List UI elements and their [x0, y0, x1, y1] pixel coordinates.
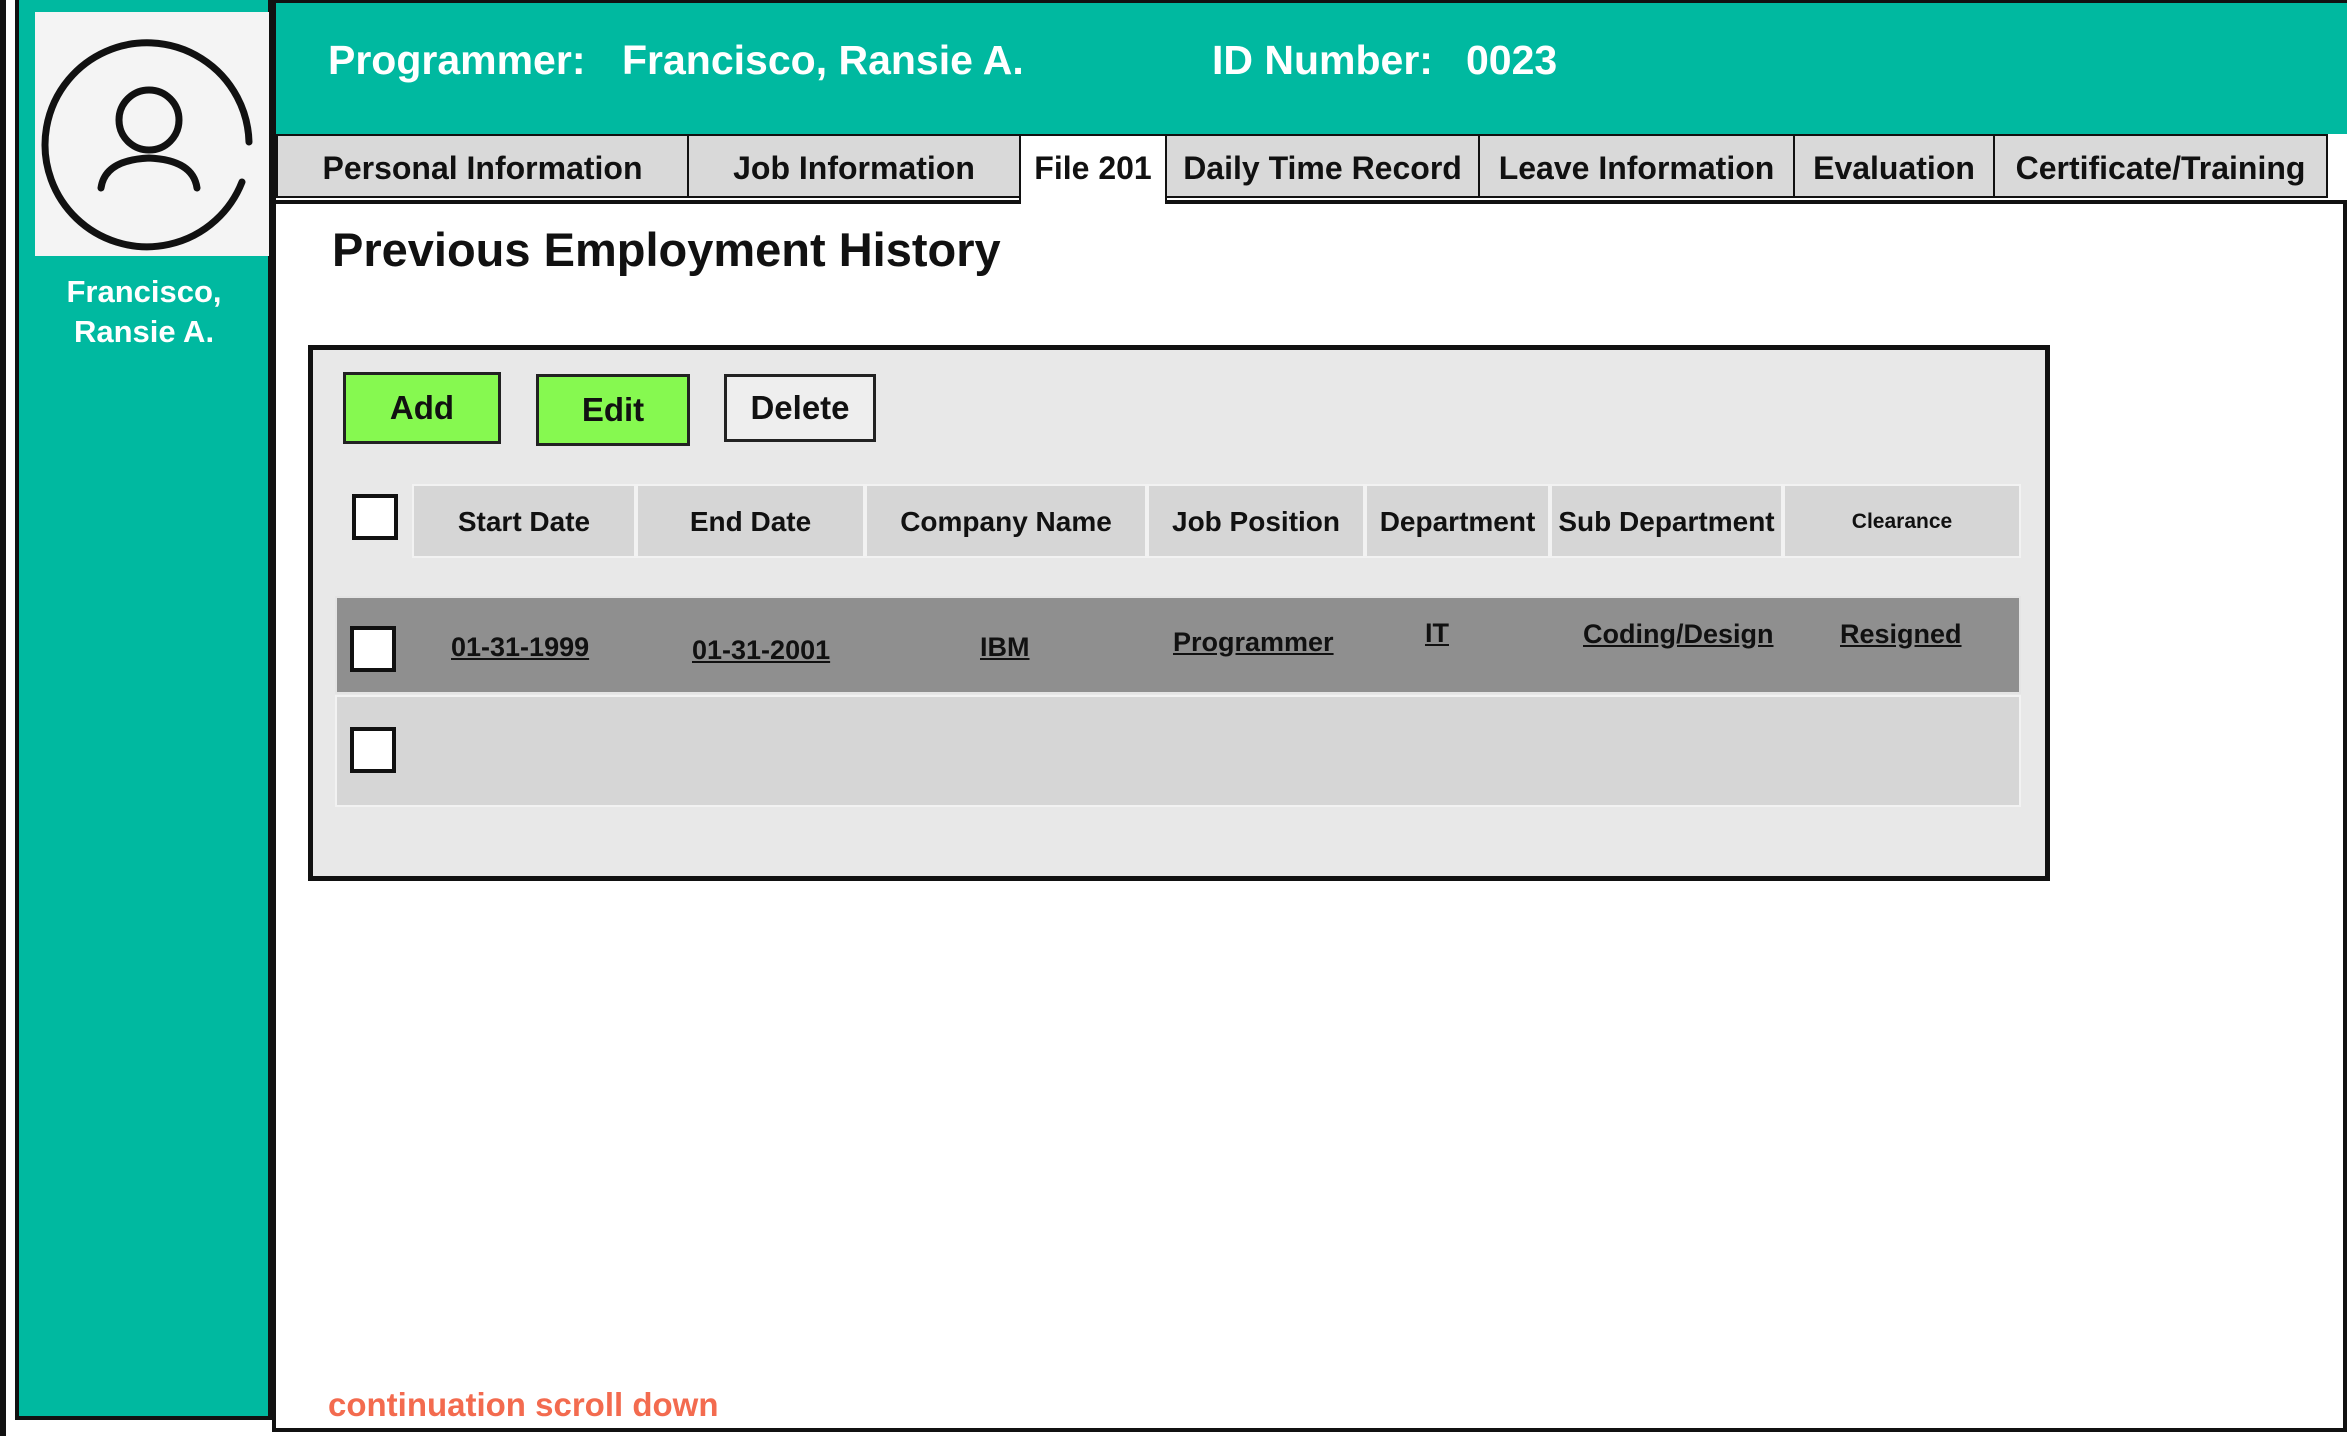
column-header-department[interactable]: Department [1365, 484, 1550, 558]
cell-job-position[interactable]: Programmer [1173, 627, 1334, 658]
sidebar-employee-name: Francisco, Ransie A. [19, 272, 269, 352]
id-number-label: ID Number: [1212, 37, 1433, 83]
cell-company-name[interactable]: IBM [980, 632, 1030, 663]
cell-sub-department[interactable]: Coding/Design [1583, 619, 1774, 650]
programmer-name: Francisco, Ransie A. [622, 37, 1024, 83]
employment-history-panel: Add Edit Delete Start Date End Date Comp… [308, 345, 2050, 881]
tab-file-201[interactable]: File 201 [1019, 134, 1167, 204]
main-content: Programmer: Francisco, Ransie A. ID Numb… [272, 0, 2347, 1432]
avatar[interactable] [35, 12, 269, 256]
sidebar: Francisco, Ransie A. [15, 0, 272, 1420]
column-header-sub-department[interactable]: Sub Department [1550, 484, 1783, 558]
add-button[interactable]: Add [343, 372, 501, 444]
tab-job-information[interactable]: Job Information [687, 134, 1021, 198]
tab-certificate-training[interactable]: Certificate/Training [1993, 134, 2328, 198]
tab-daily-time-record[interactable]: Daily Time Record [1165, 134, 1480, 198]
cell-end-date[interactable]: 01-31-2001 [692, 635, 830, 666]
sidebar-name-line2: Ransie A. [73, 314, 215, 349]
column-header-clearance[interactable]: Clearance [1783, 484, 2021, 558]
cell-clearance[interactable]: Resigned [1840, 619, 1962, 650]
programmer-label: Programmer: [328, 37, 586, 83]
row-checkbox[interactable] [350, 626, 396, 672]
column-header-company-name[interactable]: Company Name [865, 484, 1147, 558]
cell-start-date[interactable]: 01-31-1999 [451, 632, 589, 663]
column-header-job-position[interactable]: Job Position [1147, 484, 1365, 558]
tab-evaluation[interactable]: Evaluation [1793, 134, 1995, 198]
window-frame-edge [0, 0, 6, 1436]
column-header-start-date[interactable]: Start Date [412, 484, 636, 558]
sidebar-name-line1: Francisco, [66, 274, 222, 309]
row-checkbox[interactable] [350, 727, 396, 773]
header-bar: Programmer: Francisco, Ransie A. ID Numb… [276, 0, 2347, 134]
select-all-checkbox[interactable] [352, 494, 398, 540]
page-title: Previous Employment History [332, 223, 1001, 276]
cell-department[interactable]: IT [1425, 618, 1449, 649]
tab-personal-information[interactable]: Personal Information [276, 134, 689, 198]
column-header-end-date[interactable]: End Date [636, 484, 865, 558]
id-number-value: 0023 [1466, 37, 1558, 83]
scroll-hint-text: continuation scroll down [328, 1386, 719, 1423]
table-row[interactable]: 01-31-1999 01-31-2001 IBM Programmer IT … [335, 596, 2021, 694]
delete-button[interactable]: Delete [724, 374, 876, 442]
edit-button[interactable]: Edit [536, 374, 690, 446]
user-circle-icon [41, 39, 253, 251]
table-row-empty[interactable] [335, 695, 2021, 807]
tab-bar: Personal Information Job Information Fil… [276, 134, 2347, 204]
tab-leave-information[interactable]: Leave Information [1478, 134, 1795, 198]
